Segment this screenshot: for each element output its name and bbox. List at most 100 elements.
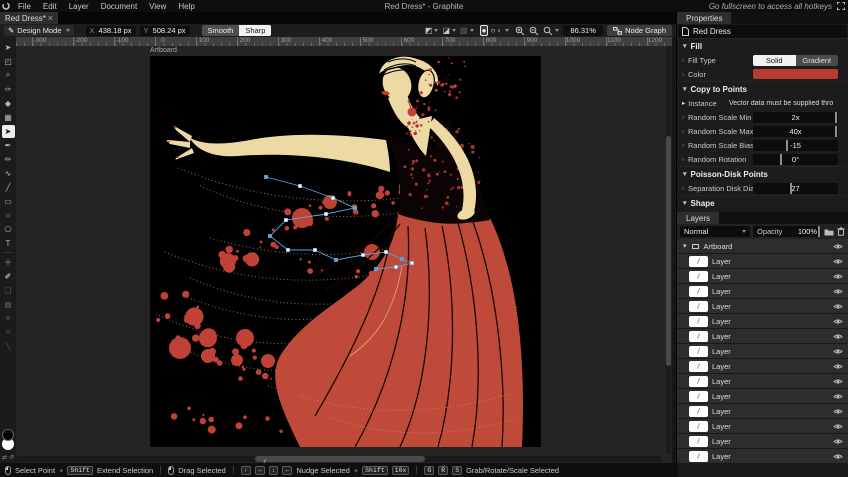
zoom-reset-dropdown[interactable] — [543, 26, 560, 36]
visibility-eye-icon[interactable] — [833, 393, 843, 400]
artboard-row[interactable]: ▾ Artboard — [677, 239, 848, 253]
y-coordinate-field[interactable]: Y 508.24 px — [139, 25, 190, 36]
sharp-button[interactable]: Sharp — [239, 25, 272, 36]
visibility-eye-icon[interactable] — [833, 423, 843, 430]
visibility-eye-icon[interactable] — [833, 438, 843, 445]
new-folder-button[interactable] — [824, 228, 834, 236]
eyedropper-tool-icon[interactable]: ✑ — [2, 83, 15, 96]
view-mode-outline-icon[interactable]: ○ — [490, 26, 495, 35]
visibility-eye-icon[interactable] — [833, 408, 843, 415]
number-input[interactable]: -15 — [753, 139, 838, 151]
artboard[interactable] — [150, 46, 541, 448]
visibility-eye-icon[interactable] — [833, 453, 843, 460]
visibility-eye-icon[interactable] — [833, 378, 843, 385]
tab-layers[interactable]: Layers — [677, 212, 720, 224]
menu-item-help[interactable]: Help — [172, 0, 200, 12]
spline-tool-icon[interactable]: ∿ — [2, 167, 15, 180]
select-tool-icon[interactable]: ➤ — [2, 41, 15, 54]
swap-colors-icon[interactable]: ⇄ — [2, 454, 7, 461]
visibility-eye-icon[interactable] — [833, 273, 843, 280]
fullscreen-icon[interactable] — [837, 2, 845, 10]
polygon-tool-icon[interactable]: ⎔ — [2, 223, 15, 236]
layer-row[interactable]: Layer — [677, 299, 848, 313]
view-mode-normal-icon[interactable]: ● — [479, 25, 489, 36]
layer-row[interactable]: Layer — [677, 389, 848, 403]
view-mode-pixels-icon[interactable]: ◐ — [497, 26, 502, 35]
visibility-eye-icon[interactable] — [833, 303, 843, 310]
visibility-eye-icon[interactable] — [833, 288, 843, 295]
layer-row[interactable]: Layer — [677, 374, 848, 388]
number-input[interactable]: 40x — [753, 125, 838, 137]
visibility-eye-icon[interactable] — [833, 363, 843, 370]
layer-row[interactable]: Layer — [677, 314, 848, 328]
text-tool-icon[interactable]: T — [2, 237, 15, 250]
layer-row[interactable]: Layer — [677, 434, 848, 448]
expand-caret-icon[interactable]: ▹ — [682, 185, 685, 192]
viewport-canvas[interactable]: Artboard — [16, 46, 672, 463]
overlays-options-dropdown[interactable]: ▨ — [460, 26, 474, 35]
collapse-caret-icon[interactable]: ▾ — [683, 242, 687, 250]
horizontal-scrollbar-thumb[interactable] — [255, 456, 425, 462]
delete-layer-button[interactable] — [837, 227, 845, 236]
layer-row[interactable]: Layer — [677, 404, 848, 418]
menu-item-view[interactable]: View — [143, 0, 172, 12]
pen-tool-icon[interactable]: ✒ — [2, 139, 15, 152]
brush-tool-icon[interactable]: ✐ — [2, 270, 15, 283]
fill-tool-icon[interactable]: ◆ — [2, 97, 15, 110]
expand-caret-icon[interactable]: ▹ — [682, 71, 685, 78]
tab-properties[interactable]: Properties — [677, 12, 732, 24]
visibility-eye-icon[interactable] — [833, 258, 843, 265]
layer-row[interactable]: Layer — [677, 344, 848, 358]
smooth-button[interactable]: Smooth — [201, 25, 240, 36]
artboard-tool-icon[interactable]: ◰ — [2, 55, 15, 68]
zoom-in-button[interactable] — [515, 26, 525, 36]
horizontal-scrollbar[interactable] — [16, 456, 662, 462]
layer-row[interactable]: Layer — [677, 419, 848, 433]
number-input[interactable]: 0° — [753, 153, 838, 165]
number-input[interactable]: 2x — [753, 111, 838, 123]
color-swatches[interactable] — [1, 429, 15, 453]
vertical-scrollbar-thumb[interactable] — [666, 136, 671, 366]
layer-row[interactable]: Layer — [677, 254, 848, 268]
visibility-eye-icon[interactable] — [833, 333, 843, 340]
ellipse-tool-icon[interactable]: ○ — [2, 209, 15, 222]
design-mode-dropdown[interactable]: ✎ Design Mode — [4, 25, 74, 36]
expand-caret-icon[interactable]: ▹ — [682, 128, 685, 135]
section-poisson[interactable]: ▾ Poisson-Disk Points — [677, 166, 848, 181]
line-tool-icon[interactable]: ╱ — [2, 181, 15, 194]
expand-caret-icon[interactable]: ▹ — [682, 57, 685, 64]
expand-caret-icon[interactable]: ▹ — [682, 156, 685, 163]
section-copy-to-points[interactable]: ▾ Copy to Points — [677, 81, 848, 96]
snapping-options-dropdown[interactable]: ◩ — [425, 26, 439, 35]
layer-row[interactable]: Layer — [677, 269, 848, 283]
visibility-eye-icon[interactable] — [833, 348, 843, 355]
x-coordinate-field[interactable]: X 438.18 px — [85, 25, 136, 36]
node-graph-button[interactable]: Node Graph — [607, 25, 672, 36]
zoom-out-button[interactable] — [529, 26, 539, 36]
menu-item-document[interactable]: Document — [95, 0, 143, 12]
path-tool-icon[interactable]: ➤ — [1, 124, 15, 138]
fill-color-swatch[interactable] — [753, 69, 838, 79]
number-input[interactable]: 27 — [753, 182, 838, 194]
document-tab[interactable]: Red Dress* × — [0, 12, 58, 24]
section-shape[interactable]: ▾ Shape — [677, 195, 848, 210]
zoom-level-field[interactable]: 86.31% — [563, 25, 604, 36]
menu-item-file[interactable]: File — [12, 0, 37, 12]
expand-caret-icon[interactable]: ▸ — [682, 99, 685, 107]
layer-row[interactable]: Layer — [677, 329, 848, 343]
visibility-eye-icon[interactable] — [833, 243, 843, 250]
menu-item-edit[interactable]: Edit — [37, 0, 63, 12]
grid-options-dropdown[interactable]: ◪ — [442, 26, 457, 35]
section-fill[interactable]: ▾ Fill — [677, 38, 848, 53]
blend-mode-select[interactable]: Normal — [680, 226, 750, 237]
layer-row[interactable]: Layer — [677, 284, 848, 298]
rectangle-tool-icon[interactable]: ▭ — [2, 195, 15, 208]
navigate-tool-icon[interactable]: ⌕ — [2, 69, 15, 82]
expand-caret-icon[interactable]: ▹ — [682, 142, 685, 149]
vertical-scrollbar[interactable] — [666, 46, 671, 454]
menu-item-layer[interactable]: Layer — [63, 0, 95, 12]
fill-type-gradient-button[interactable]: Gradient — [795, 54, 838, 66]
layer-row[interactable]: Layer — [677, 359, 848, 373]
layer-row[interactable]: Layer — [677, 449, 848, 463]
gradient-tool-icon[interactable]: ▦ — [2, 111, 15, 124]
